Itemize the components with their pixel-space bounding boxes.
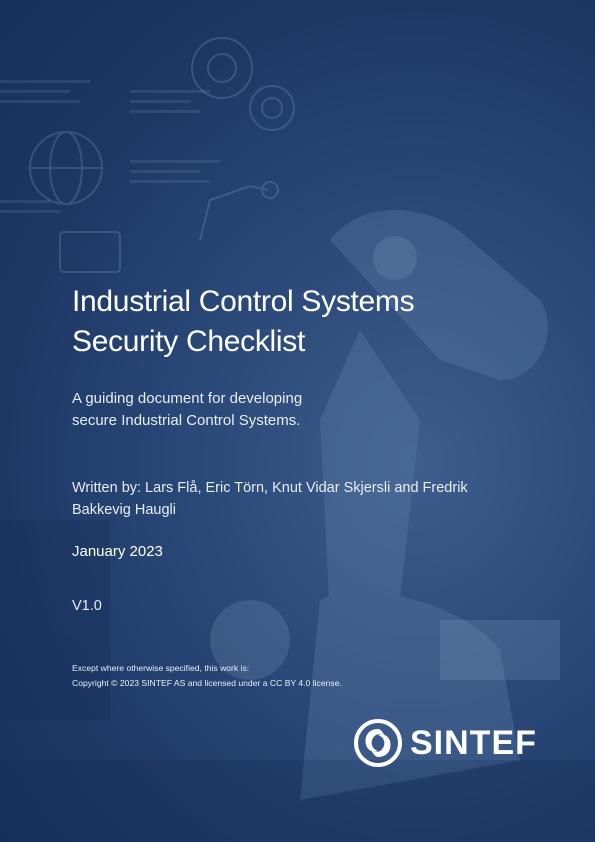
publication-date: January 2023: [72, 543, 163, 560]
license-line-2: Copyright © 2023 SINTEF AS and licensed …: [72, 678, 342, 688]
document-title: Industrial Control Systems Security Chec…: [72, 282, 552, 362]
authors: Written by: Lars Flå, Eric Törn, Knut Vi…: [72, 477, 492, 521]
sintef-logo: SINTEF: [354, 718, 537, 768]
license-notice: Except where otherwise specified, this w…: [72, 661, 402, 691]
document-version: V1.0: [72, 598, 102, 614]
cover-page: Industrial Control Systems Security Chec…: [0, 0, 595, 842]
title-line-1: Industrial Control Systems: [72, 285, 415, 318]
authors-line-1: Written by: Lars Flå, Eric Törn, Knut Vi…: [72, 480, 468, 496]
sintef-logo-icon: [354, 719, 402, 767]
sintef-logo-text: SINTEF: [410, 723, 537, 762]
document-subtitle: A guiding document for developing secure…: [72, 388, 352, 432]
license-line-1: Except where otherwise specified, this w…: [72, 663, 250, 673]
subtitle-line-1: A guiding document for developing: [72, 390, 303, 407]
title-line-2: Security Checklist: [72, 325, 306, 358]
authors-line-2: Bakkevig Haugli: [72, 502, 176, 518]
subtitle-line-2: secure Industrial Control Systems.: [72, 412, 301, 429]
